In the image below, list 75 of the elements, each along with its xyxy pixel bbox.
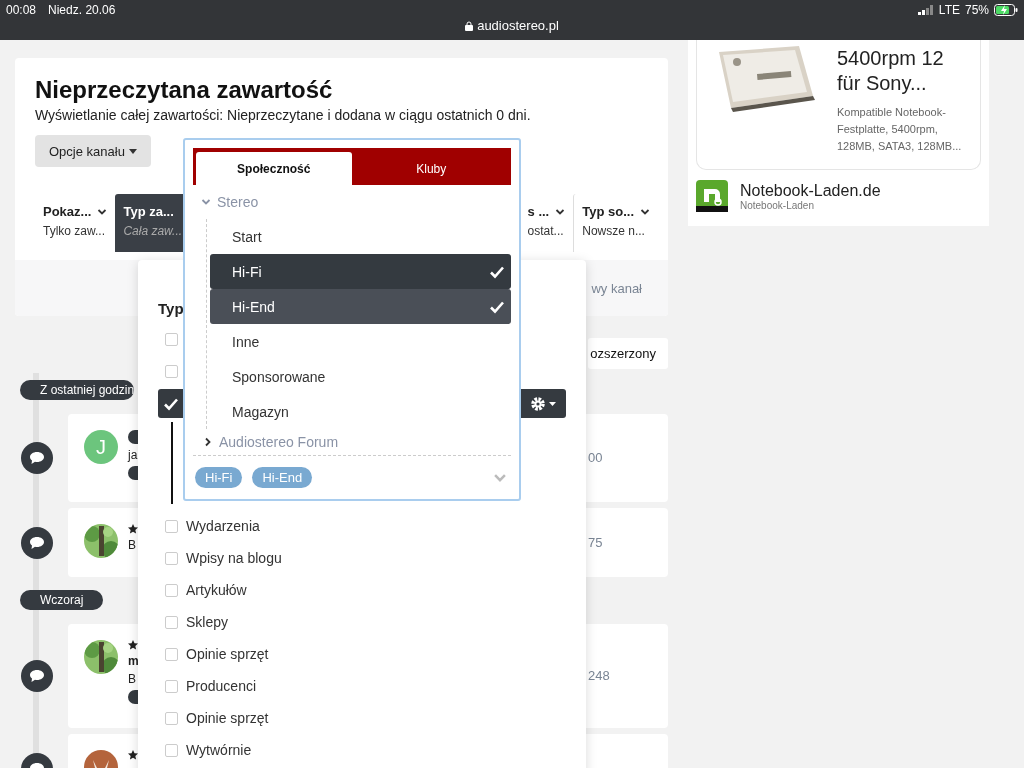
option-label[interactable]: Opinie sprzęt — [186, 646, 269, 662]
advertiser-subtitle: Notebook-Laden — [740, 199, 815, 211]
page-title: Nieprzeczytana zawartość — [35, 76, 334, 104]
tab[interactable]: Kluby — [351, 152, 511, 185]
option-label[interactable]: Wpisy na blogu — [186, 550, 282, 566]
tab[interactable]: Społeczność — [196, 152, 352, 185]
card-meta: 00 — [588, 450, 603, 465]
card-text: m — [128, 654, 139, 668]
store-logo — [696, 180, 728, 212]
date: Niedz. 20.06 — [48, 3, 116, 17]
option-label[interactable]: Sklepy — [186, 614, 229, 630]
feed-options-button[interactable]: Opcje kanału — [35, 135, 151, 167]
gear-icon — [529, 395, 558, 412]
battery-percent: 75% — [964, 3, 989, 17]
advertiser-name[interactable]: Notebook-Laden.de — [740, 181, 881, 200]
tree-item[interactable]: Start — [210, 219, 511, 254]
tree-item[interactable]: Inne — [210, 324, 511, 359]
tag-pill — [128, 466, 138, 480]
tag-pill — [128, 690, 138, 704]
time-group-label: Z ostatniej godzin — [20, 380, 135, 400]
dropdown-heading: Typ — [158, 300, 184, 317]
card-meta: 248 — [588, 668, 610, 683]
caret-icon — [128, 148, 137, 154]
new-feed-link[interactable]: wy kanał — [591, 280, 642, 296]
tree-item[interactable]: Hi-End — [210, 289, 511, 324]
filter-tab[interactable]: Pokaz... Tylko zaw... — [35, 194, 116, 252]
ad-description: Kompatible Notebook-Festplatte, 5400rpm, 128MB, SATA3, 128MB... — [837, 105, 963, 154]
checkbox[interactable] — [165, 615, 178, 629]
comment-icon — [30, 536, 44, 549]
option-label[interactable]: Artykułów — [186, 582, 247, 598]
lock-icon — [465, 20, 474, 31]
star-icon — [128, 524, 138, 534]
ad-card[interactable]: 5400rpm 12 für Sony... Kompatible Notebook-Festplatte, 5400rpm, 128MB, SATA3, 128MB... — [696, 40, 981, 170]
comment-icon — [30, 670, 44, 682]
ad-title[interactable]: 5400rpm 12 — [837, 46, 971, 71]
card-meta: 75 — [588, 534, 603, 550]
settings-button[interactable] — [521, 389, 566, 418]
filter-tab[interactable]: s ... ostat... — [519, 194, 574, 252]
chevron-right-icon — [203, 437, 213, 447]
avatar: J — [84, 430, 118, 464]
card-text: B — [128, 538, 136, 552]
card-text: B — [128, 672, 136, 686]
page-subtitle: Wyświetlanie całej zawartości: Nieprzeczytane i dodana w ciągu ostatnich 0 dni. — [35, 107, 532, 123]
tag-pill — [128, 430, 138, 444]
star-icon — [128, 750, 138, 760]
star-icon — [128, 640, 138, 650]
network-label: LTE — [938, 3, 960, 17]
ad-title[interactable]: für Sony... — [837, 71, 971, 96]
option-label[interactable]: Opinie sprzęt — [186, 710, 269, 726]
checkbox[interactable] — [165, 711, 178, 725]
chevron-down-icon — [201, 197, 211, 207]
checkbox[interactable] — [165, 332, 178, 346]
card-text: ja — [128, 448, 138, 462]
checkbox[interactable] — [165, 519, 178, 533]
option-label[interactable]: Wytwórnie — [186, 742, 252, 758]
option-label[interactable]: Wydarzenia — [186, 518, 260, 534]
battery-charging-icon — [994, 4, 1018, 16]
extended-button[interactable]: ozszerzony — [588, 338, 668, 369]
filter-tab[interactable]: Typ so... Nowsze n... — [573, 194, 658, 252]
option-label[interactable]: Producenci — [186, 678, 257, 694]
tree-item[interactable]: Hi-Fi — [210, 254, 511, 289]
clock-time: 00:08 — [6, 3, 37, 17]
tree-item[interactable]: Sponsorowane — [210, 359, 511, 394]
checkbox[interactable] — [165, 743, 178, 757]
checkbox[interactable] — [165, 647, 178, 661]
comment-icon — [30, 452, 44, 464]
checkbox[interactable] — [165, 583, 178, 597]
url-text[interactable]: audiostereo.pl — [477, 18, 559, 33]
checkbox[interactable] — [165, 364, 178, 378]
checkbox[interactable] — [165, 551, 178, 565]
tree-item[interactable]: Magazyn — [210, 394, 511, 429]
type-option[interactable] — [158, 389, 183, 418]
checkbox[interactable] — [165, 679, 178, 693]
time-group-label: Wczoraj — [20, 590, 104, 610]
signal-icon — [917, 5, 934, 15]
